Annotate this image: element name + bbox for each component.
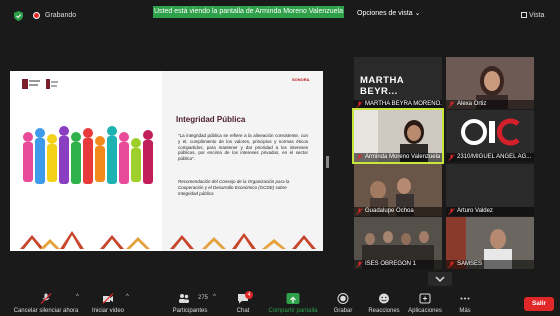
more-button[interactable]: Más [452, 288, 478, 316]
reactions-smiley-icon [379, 293, 389, 304]
secretaria-logo-icon [46, 79, 58, 89]
top-bar: Grabando Usted está viendo la pantalla d… [0, 0, 560, 22]
apps-label: Aplicaciones [408, 308, 442, 314]
share-screen-label: Compartir pantalla [268, 308, 318, 314]
leave-meeting-button[interactable]: Salir [524, 297, 554, 311]
participant-name: Arminda Moreno Valenzuela [354, 153, 442, 162]
scroll-down-button[interactable] [428, 272, 452, 286]
unmute-label: Cancelar silenciar ahora [13, 308, 79, 314]
video-off-icon [102, 293, 114, 304]
muted-mic-icon [448, 261, 455, 268]
participant-name: Alexa Ortiz [446, 100, 534, 109]
participant-tile[interactable]: 2310/MIGUEL ANGEL AG... [446, 110, 534, 162]
panel-resize-handle[interactable] [326, 156, 329, 168]
record-icon [337, 293, 349, 304]
muted-mic-icon [40, 293, 52, 304]
view-button[interactable]: Vista [529, 12, 544, 19]
participants-options-caret[interactable]: ^ [213, 294, 216, 300]
muted-mic-icon [356, 208, 363, 215]
start-video-label: Iniciar video [91, 308, 124, 314]
participant-tile-active-speaker[interactable]: Arminda Moreno Valenzuela [352, 108, 444, 164]
start-video-button[interactable]: Iniciar video [88, 288, 128, 316]
meeting-toolbar: Cancelar silenciar ahora ^ Iniciar video… [0, 288, 560, 316]
slide-title: Integridad Pública [176, 115, 246, 124]
decorative-zigzag-pattern [20, 231, 150, 249]
recording-label: Grabando [45, 12, 77, 19]
slide-reference-text: Recomendación del Consejo de la Organiza… [178, 179, 290, 196]
chat-label: Chat [236, 308, 250, 314]
apps-button[interactable]: Aplicaciones [406, 288, 444, 316]
muted-mic-icon [448, 208, 455, 215]
shared-screen: SONORA Integridad Pública "La integridad… [10, 71, 323, 251]
video-options-caret[interactable]: ^ [126, 294, 129, 300]
zoom-meeting-window: Grabando Usted está viendo la pantalla d… [0, 0, 560, 316]
more-dots-icon [460, 297, 470, 300]
chevron-down-icon [435, 276, 445, 283]
participants-button[interactable]: 275 Participantes [168, 288, 212, 316]
security-shield-icon[interactable] [14, 11, 23, 21]
participants-label: Participantes [172, 308, 208, 314]
sonora-logo: SONORA [292, 77, 310, 82]
unmute-button[interactable]: Cancelar silenciar ahora [8, 288, 84, 316]
participant-tile[interactable]: SAMSES [446, 217, 534, 269]
participant-tile[interactable]: Arturo Valdez [446, 164, 534, 216]
muted-mic-icon [448, 101, 455, 108]
muted-mic-icon [356, 101, 363, 108]
recording-icon[interactable] [33, 12, 40, 19]
chat-unread-badge: 4 [245, 291, 253, 299]
slide-body-text: "La integridad pública se refiere a la a… [178, 133, 308, 162]
apps-icon [419, 293, 431, 304]
participants-count: 275 [198, 295, 209, 301]
participant-name: ISES OBREGON 1 [354, 260, 442, 269]
participant-name: SAMSES [446, 260, 534, 269]
gallery-view-icon [521, 12, 527, 18]
view-options-dropdown[interactable]: Opciones de vista ⌄ [357, 9, 420, 17]
participant-tile[interactable]: ISES OBREGON 1 [354, 217, 442, 269]
people-silhouettes-illustration [23, 126, 153, 184]
reactions-label: Reacciones [368, 308, 400, 314]
record-label: Grabar [333, 308, 353, 314]
participant-tile[interactable]: Guadalupe Ochoa [354, 164, 442, 216]
participant-tile[interactable]: Alexa Ortiz [446, 57, 534, 109]
muted-mic-icon [356, 261, 363, 268]
more-label: Más [459, 308, 471, 314]
participant-name-placeholder: MARTHA BEYR... [360, 75, 404, 97]
participant-name: 2310/MIGUEL ANGEL AG... [446, 153, 534, 162]
audio-options-caret[interactable]: ^ [76, 294, 79, 300]
reactions-button[interactable]: Reacciones [366, 288, 402, 316]
record-button[interactable]: Grabar [330, 288, 356, 316]
muted-mic-icon [356, 154, 363, 161]
muted-mic-icon [448, 154, 455, 161]
share-screen-button[interactable]: Compartir pantalla [262, 288, 324, 316]
participant-name: Arturo Valdez [446, 207, 534, 216]
participant-tile[interactable]: MARTHA BEYR... MARTHA BEYRA MORENO... [354, 57, 442, 109]
viewing-screen-banner: Usted está viendo la pantalla de Arminda… [153, 6, 344, 18]
chat-button[interactable]: 4 Chat [228, 288, 258, 316]
slide-text-panel: SONORA Integridad Pública "La integridad… [162, 71, 323, 251]
participants-icon [178, 294, 189, 303]
government-logo-icon [22, 79, 40, 89]
participant-name: MARTHA BEYRA MORENO... [354, 100, 442, 109]
slide-illustration-panel [10, 71, 162, 251]
participant-name: Guadalupe Ochoa [354, 207, 442, 216]
decorative-zigzag-pattern-right [170, 233, 316, 249]
share-screen-icon [286, 293, 300, 304]
